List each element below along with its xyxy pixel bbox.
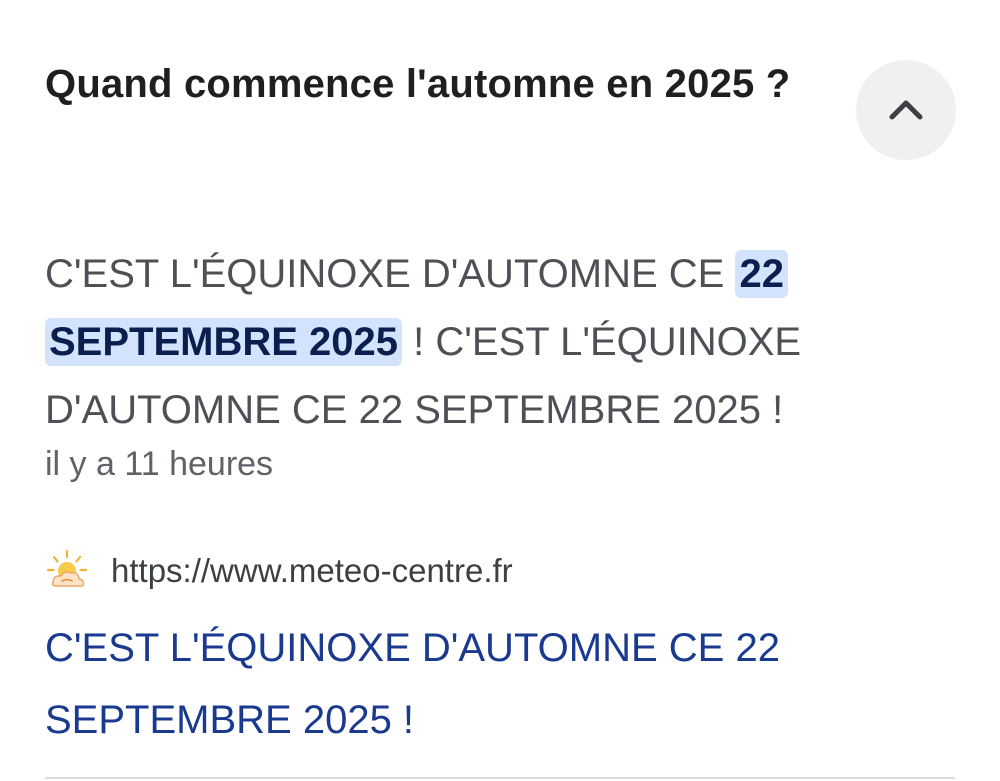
- source-row[interactable]: https://www.meteo-centre.fr: [45, 548, 513, 594]
- chevron-up-icon: [889, 100, 923, 120]
- divider: [45, 777, 955, 779]
- answer-timestamp: il y a 11 heures: [45, 445, 274, 483]
- answer-prefix: C'EST L'ÉQUINOXE D'AUTOMNE CE: [45, 252, 736, 296]
- previous-item-cut-text: [44, 0, 344, 4]
- collapse-button[interactable]: [856, 60, 956, 160]
- sun-cloud-icon: [46, 549, 88, 587]
- faq-question[interactable]: Quand commence l'automne en 2025 ?: [45, 58, 835, 110]
- source-url[interactable]: https://www.meteo-centre.fr: [111, 549, 513, 593]
- faq-answer: C'EST L'ÉQUINOXE D'AUTOMNE CE 22 SEPTEMB…: [45, 240, 845, 444]
- result-title-link[interactable]: C'EST L'ÉQUINOXE D'AUTOMNE CE 22 SEPTEMB…: [45, 612, 865, 756]
